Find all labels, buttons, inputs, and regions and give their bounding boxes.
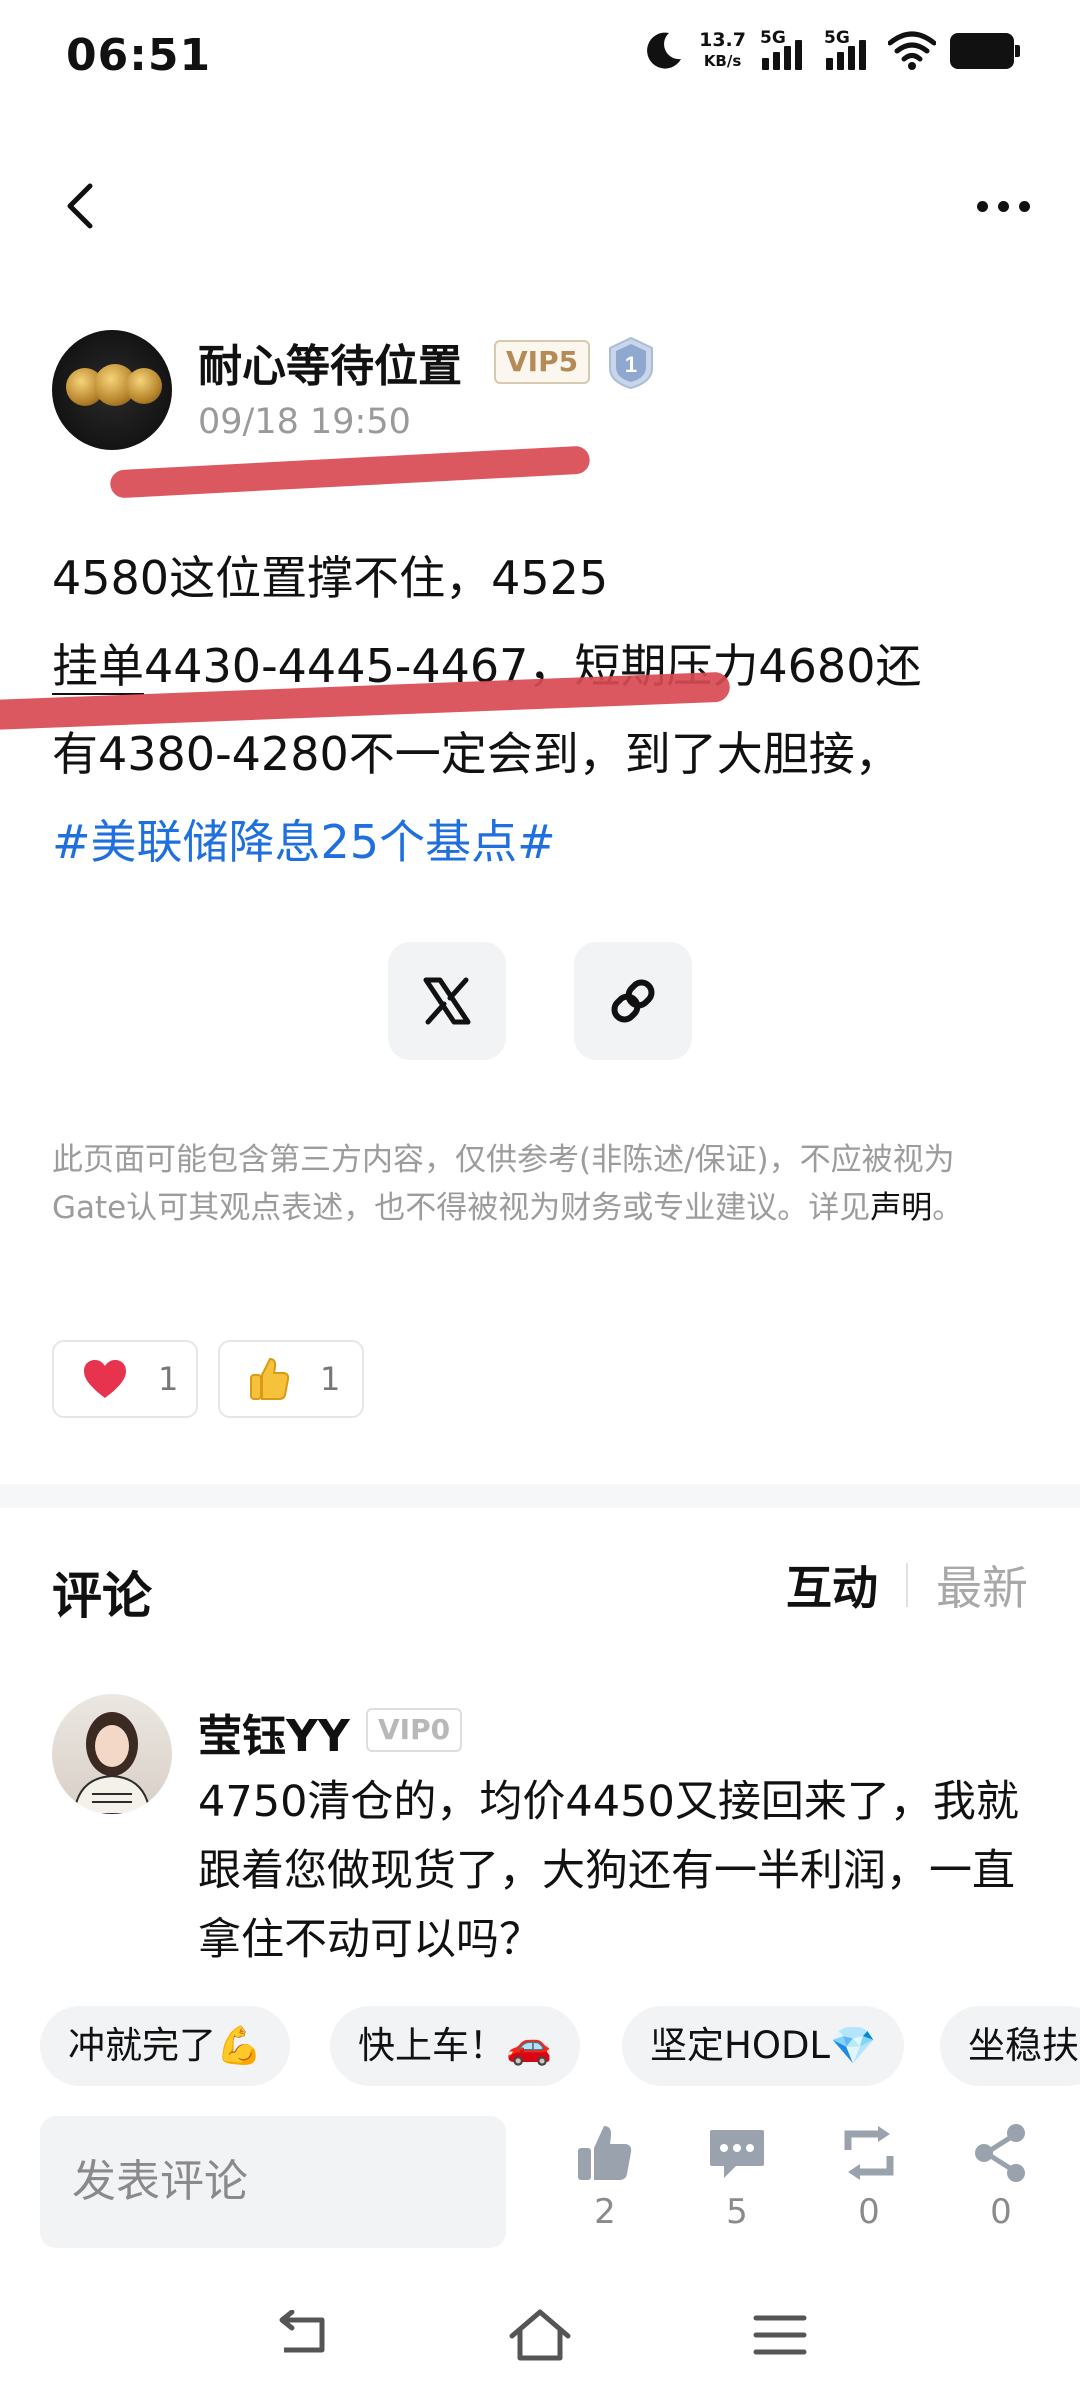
comments-title: 评论 [52,1567,152,1625]
status-time: 06:51 [66,30,212,81]
post-line: 4580这位置撑不住，4525 [52,551,609,605]
nav-menu-icon [753,2315,807,2355]
network-speed-unit: KB/s [703,52,742,70]
signal-icon: 5G [760,28,810,74]
comment-sort: 互动 最新 [786,1552,1028,1618]
commenter-vip-badge: VIP0 [366,1708,463,1752]
post-timestamp: 09/18 19:50 [198,402,411,442]
reaction-count: 1 [320,1360,341,1398]
repost-button[interactable]: 0 [824,2122,914,2232]
network-speed: 13.7 KB/s [699,30,746,72]
sort-latest-tab[interactable]: 最新 [936,1552,1028,1618]
vip-badge: VIP5 [494,340,591,384]
status-icons: 13.7 KB/s 5G 5G [641,28,1020,74]
reaction-count: 1 [158,1360,179,1398]
section-divider [0,1484,1080,1508]
more-options-button[interactable] [968,186,1038,226]
signal-label: 5G [760,28,786,48]
thumbs-up-icon [578,2126,632,2180]
share-icon [975,2124,1025,2182]
author-avatar[interactable] [52,330,172,450]
level-number: 1 [625,352,637,377]
comment-bubble-icon [710,2130,764,2178]
post-underlined-word: 挂单 [52,639,144,695]
signal-icon: 5G [824,28,874,74]
author-name[interactable]: 耐心等待位置 [198,330,462,394]
sort-interactive-tab[interactable]: 互动 [786,1552,878,1618]
battery-icon [950,33,1020,69]
chevron-left-icon [67,183,93,229]
more-dots-icon [976,200,988,212]
disclaimer: 此页面可能包含第三方内容，仅供参考(非陈述/保证)，不应被视为Gate认可其观点… [52,1136,1028,1232]
network-speed-value: 13.7 [699,29,746,51]
quick-reply-chip[interactable]: 坐稳扶 [940,2006,1080,2086]
comment-button[interactable]: 5 [692,2122,782,2232]
reaction-heart-button[interactable]: 1 [52,1340,198,1418]
comment-count: 5 [726,2192,748,2232]
thumbs-up-emoji-icon [250,1357,290,1400]
status-bar: 06:51 13.7 KB/s 5G 5G [0,0,1080,120]
nav-back-button[interactable] [262,2300,342,2370]
disclaimer-link[interactable]: 声明 [870,1190,932,1226]
share-button[interactable]: 0 [956,2122,1046,2232]
signal-label: 5G [824,28,850,48]
like-button[interactable]: 2 [560,2122,650,2232]
hashtag-link[interactable]: #美联储降息25个基点# [52,798,1042,886]
quick-reply-chip[interactable]: 快上车！🚗 [330,2006,581,2086]
comment-text: 4750清仓的，均价4450又接回来了，我就跟着您做现货了，大狗还有一半利润，一… [198,1777,1019,1965]
marker-stroke [109,445,591,499]
moon-icon [647,32,682,69]
repost-count: 0 [858,2192,880,2232]
wifi-icon [888,31,936,70]
post-line: 有4380-4280不一定会到，到了大胆接， [52,727,901,781]
nav-back-icon [279,2310,325,2353]
heart-icon [84,1360,126,1398]
sort-separator [906,1563,908,1607]
disclaimer-text: 此页面可能包含第三方内容，仅供参考(非陈述/保证)，不应被视为Gate认可其观点… [52,1142,955,1226]
repost-icon [844,2126,894,2180]
back-button[interactable] [52,176,112,236]
reaction-thumbs-button[interactable]: 1 [218,1340,364,1418]
nav-home-icon [509,2309,571,2361]
nav-home-button[interactable] [500,2300,580,2370]
nav-menu-button[interactable] [740,2300,820,2370]
commenter-name[interactable]: 莹钰YY [198,1700,350,1764]
comment-input[interactable]: 发表评论 [40,2116,506,2248]
like-count: 2 [594,2192,616,2232]
level-shield-icon: 1 [609,336,653,390]
x-logo-icon [423,977,471,1025]
share-x-button[interactable] [388,942,506,1060]
quick-reply-chip[interactable]: 冲就完了💪 [40,2006,291,2086]
share-count: 0 [990,2192,1012,2232]
commenter-avatar[interactable] [52,1694,172,1814]
quick-reply-chip[interactable]: 坚定HODL💎 [622,2006,905,2086]
disclaimer-end: 。 [932,1190,964,1226]
copy-link-button[interactable] [574,942,692,1060]
person-avatar-icon [72,1712,152,1814]
link-icon [611,979,655,1023]
